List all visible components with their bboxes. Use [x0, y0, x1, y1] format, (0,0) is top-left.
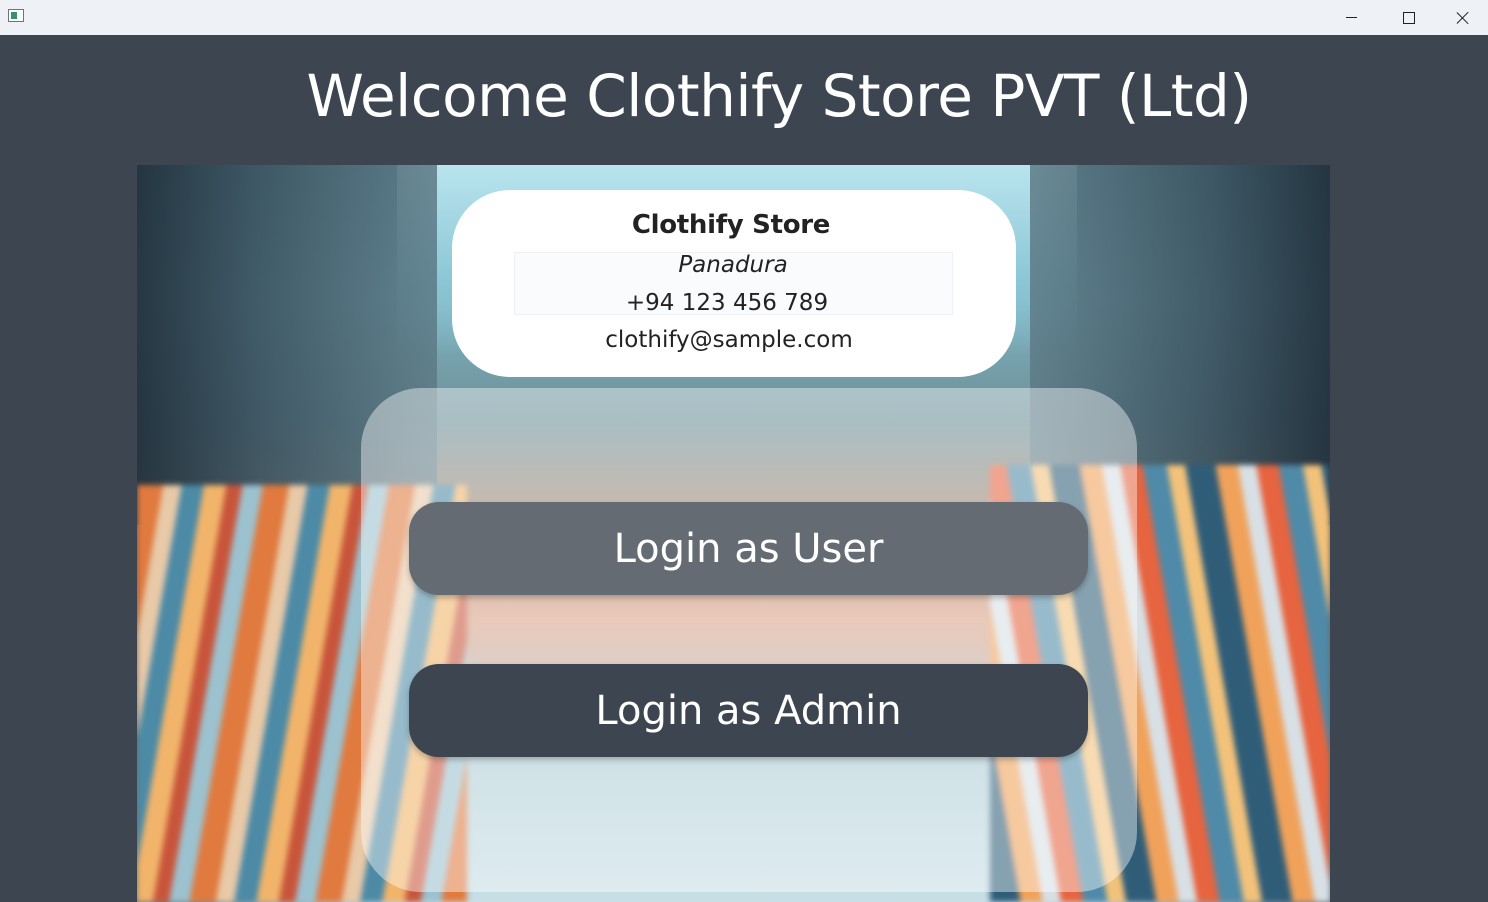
store-phone: +94 123 456 789 — [625, 290, 829, 316]
login-as-user-button[interactable]: Login as User — [409, 502, 1088, 595]
window-titlebar — [0, 0, 1488, 35]
store-email: clothify@sample.com — [605, 327, 853, 353]
login-panel — [361, 388, 1137, 892]
store-location: Panadura — [678, 252, 788, 278]
store-name: Clothify Store — [631, 210, 831, 240]
minimize-button[interactable] — [1322, 0, 1380, 35]
close-button[interactable] — [1438, 0, 1488, 35]
maximize-icon — [1403, 11, 1415, 24]
minimize-icon — [1345, 17, 1357, 18]
maximize-button[interactable] — [1380, 0, 1438, 35]
page-title: Welcome Clothify Store PVT (Ltd) — [306, 62, 1253, 130]
app-icon — [8, 9, 24, 22]
login-as-admin-button[interactable]: Login as Admin — [409, 664, 1088, 757]
close-icon — [1456, 11, 1470, 25]
